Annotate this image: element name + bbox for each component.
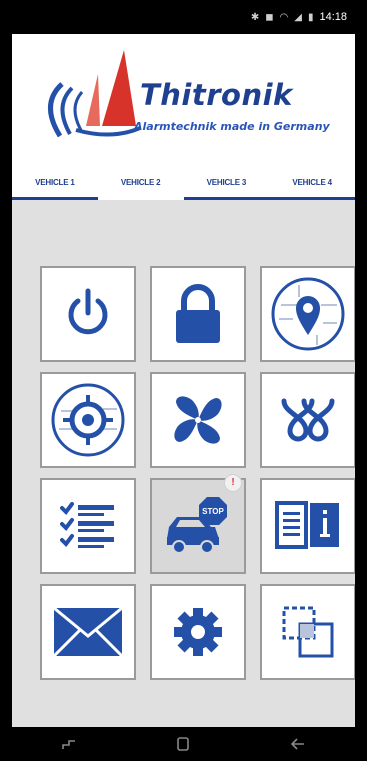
copy-windows-icon: [282, 606, 334, 658]
android-nav-bar: [12, 727, 355, 761]
tracking-button[interactable]: [40, 372, 136, 468]
location-pin-icon: [271, 277, 345, 351]
power-icon: [68, 288, 108, 335]
back-button[interactable]: [283, 734, 313, 754]
home-button[interactable]: [168, 734, 198, 754]
info-book-icon: [275, 501, 339, 549]
tab-vehicle-1[interactable]: VEHICLE 1: [12, 172, 98, 200]
app-header: Thitronik Alarmtechnik made in Germany: [12, 34, 355, 172]
lock-button[interactable]: [150, 266, 246, 362]
target-icon: [51, 383, 125, 457]
back-icon: [290, 738, 304, 750]
tab-label: VEHICLE 4: [292, 178, 332, 187]
settings-button[interactable]: [150, 584, 246, 680]
immobilizer-button[interactable]: ! STOP: [150, 474, 246, 574]
tab-label: VEHICLE 3: [206, 178, 247, 187]
checklist-button[interactable]: [40, 478, 136, 574]
tab-vehicle-4[interactable]: VEHICLE 4: [269, 172, 355, 200]
fan-icon: [174, 396, 222, 444]
app-screen: ✱ ◼ ◠ ◢ ▮ 14:18 Thitronik Alarmtechnik m…: [12, 0, 355, 761]
location-button[interactable]: [260, 266, 355, 362]
recent-apps-icon: [62, 740, 76, 749]
heater-icon: [281, 398, 335, 442]
lock-icon: [176, 284, 220, 343]
ventilation-button[interactable]: [150, 372, 246, 468]
function-grid: ! STOP: [40, 266, 355, 680]
status-bar: ✱ ◼ ◠ ◢ ▮ 14:18: [12, 0, 355, 34]
warning-badge: !: [224, 474, 242, 492]
tab-label: VEHICLE 2: [120, 178, 161, 187]
tab-vehicle-3[interactable]: VEHICLE 3: [183, 172, 270, 200]
tab-vehicle-2[interactable]: VEHICLE 2: [98, 172, 184, 200]
multi-view-button[interactable]: [260, 584, 355, 680]
power-button[interactable]: [40, 266, 136, 362]
vehicle-tabs: VEHICLE 1 VEHICLE 2 VEHICLE 3 VEHICLE 4: [12, 172, 355, 200]
device-frame-right: [355, 0, 367, 761]
device-frame-left: [0, 0, 12, 761]
heater-button[interactable]: [260, 372, 355, 468]
signal-icon: ◢: [294, 11, 302, 23]
car-stop-icon: STOP: [167, 497, 227, 554]
bluetooth-icon: ✱: [250, 11, 260, 23]
info-button[interactable]: [260, 478, 355, 574]
thitronik-logo-icon: [48, 50, 141, 138]
recent-apps-button[interactable]: [54, 734, 84, 754]
brand-name: Thitronik: [140, 78, 293, 112]
checklist-icon: [60, 502, 114, 548]
home-icon: [177, 737, 190, 751]
stop-label: STOP: [202, 507, 224, 516]
messages-button[interactable]: [40, 584, 136, 680]
battery-icon: ▮: [307, 11, 314, 23]
brand-tagline: Alarmtechnik made in Germany: [134, 120, 330, 133]
wifi-icon: ◠: [279, 11, 289, 23]
settings-gear-icon: [174, 608, 222, 656]
main-content: ! STOP: [12, 200, 355, 727]
notification-icon: ◼: [265, 11, 274, 23]
status-time: 14:18: [319, 11, 347, 23]
mail-icon: [52, 606, 124, 658]
tab-label: VEHICLE 1: [35, 178, 75, 187]
